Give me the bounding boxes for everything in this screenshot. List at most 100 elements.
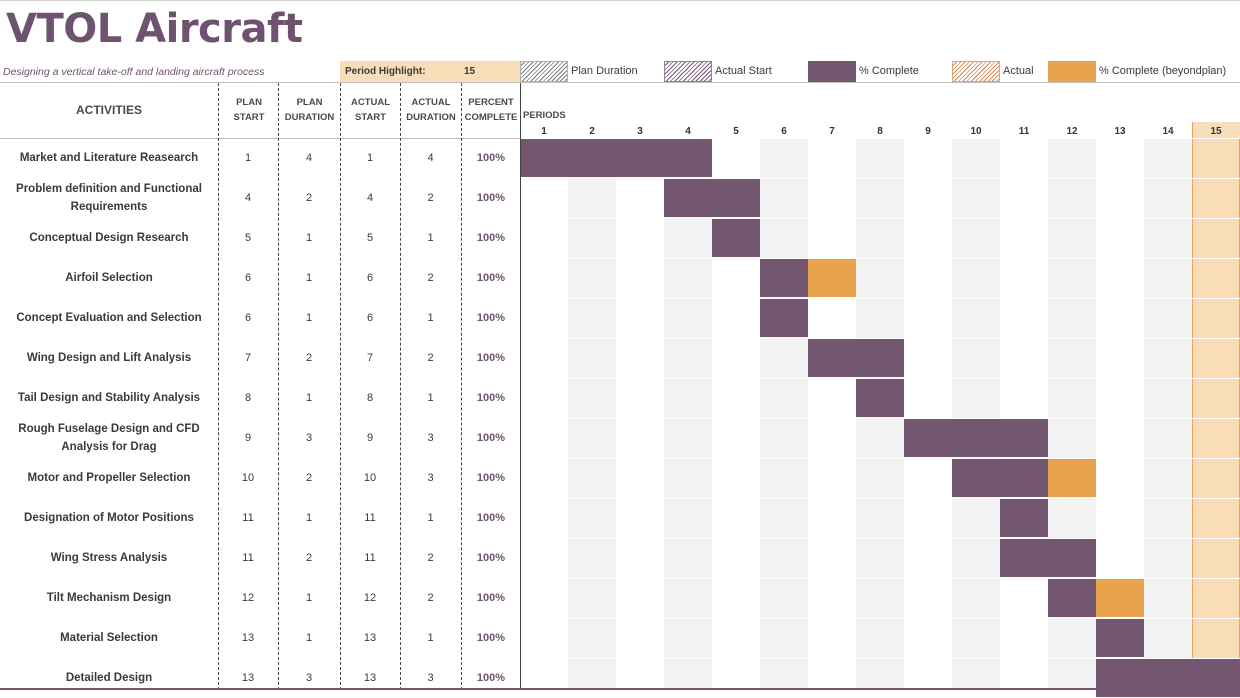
actual-start-cell[interactable]: 11 bbox=[340, 538, 400, 578]
period-highlight-input[interactable]: 15 bbox=[464, 66, 475, 77]
actual-start-cell[interactable]: 8 bbox=[340, 378, 400, 418]
plan-start-cell[interactable]: 7 bbox=[218, 338, 278, 378]
actual-duration-cell[interactable]: 2 bbox=[400, 538, 461, 578]
period-column bbox=[520, 138, 568, 690]
plan-duration-cell[interactable]: 1 bbox=[278, 578, 340, 618]
plan-start-cell[interactable]: 4 bbox=[218, 178, 278, 218]
actual-duration-cell[interactable]: 2 bbox=[400, 578, 461, 618]
activity-name[interactable]: Concept Evaluation and Selection bbox=[0, 298, 218, 338]
actual-start-cell[interactable]: 9 bbox=[340, 418, 400, 458]
actual-duration-cell[interactable]: 1 bbox=[400, 218, 461, 258]
actual-duration-cell[interactable]: 1 bbox=[400, 498, 461, 538]
actual-duration-cell[interactable]: 3 bbox=[400, 458, 461, 498]
plan-start-cell[interactable]: 5 bbox=[218, 218, 278, 258]
top-border bbox=[0, 0, 1240, 1]
plan-start-cell[interactable]: 11 bbox=[218, 538, 278, 578]
plan-duration-cell[interactable]: 1 bbox=[278, 298, 340, 338]
table-row: Motor and Propeller Selection 10 2 10 3 100% bbox=[0, 458, 520, 498]
activity-name[interactable]: Motor and Propeller Selection bbox=[0, 458, 218, 498]
header-plan-duration: PLAN DURATION bbox=[279, 95, 340, 125]
plan-start-cell[interactable]: 6 bbox=[218, 298, 278, 338]
plan-start-cell[interactable]: 6 bbox=[218, 258, 278, 298]
percent-complete-cell[interactable]: 100% bbox=[462, 178, 520, 218]
plan-duration-cell[interactable]: 4 bbox=[278, 138, 340, 178]
actual-duration-cell[interactable]: 2 bbox=[400, 178, 461, 218]
activity-name[interactable]: Material Selection bbox=[0, 618, 218, 658]
percent-complete-cell[interactable]: 100% bbox=[462, 658, 520, 698]
activity-name[interactable]: Wing Stress Analysis bbox=[0, 538, 218, 578]
plan-start-cell[interactable]: 13 bbox=[218, 658, 278, 698]
percent-complete-cell[interactable]: 100% bbox=[462, 458, 520, 498]
header-percent-complete: PERCENT COMPLETE bbox=[462, 95, 520, 125]
actual-duration-cell[interactable]: 3 bbox=[400, 418, 461, 458]
header-actual-duration-line2: DURATION bbox=[406, 112, 456, 123]
plan-duration-cell[interactable]: 1 bbox=[278, 218, 340, 258]
actual-start-cell[interactable]: 13 bbox=[340, 658, 400, 698]
plan-duration-cell[interactable]: 1 bbox=[278, 378, 340, 418]
actual-duration-cell[interactable]: 1 bbox=[400, 298, 461, 338]
actual-start-cell[interactable]: 12 bbox=[340, 578, 400, 618]
plan-start-cell[interactable]: 9 bbox=[218, 418, 278, 458]
percent-complete-cell[interactable]: 100% bbox=[462, 538, 520, 578]
actual-start-cell[interactable]: 7 bbox=[340, 338, 400, 378]
table-row: Conceptual Design Research 5 1 5 1 100% bbox=[0, 218, 520, 258]
percent-complete-cell[interactable]: 100% bbox=[462, 258, 520, 298]
plan-duration-cell[interactable]: 2 bbox=[278, 538, 340, 578]
activity-name[interactable]: Detailed Design bbox=[0, 658, 218, 698]
percent-complete-cell[interactable]: 100% bbox=[462, 338, 520, 378]
activity-name[interactable]: Problem definition and Functional Requir… bbox=[0, 178, 218, 218]
percent-complete-cell[interactable]: 100% bbox=[462, 418, 520, 458]
plan-start-cell[interactable]: 12 bbox=[218, 578, 278, 618]
activity-name[interactable]: Market and Literature Reasearch bbox=[0, 138, 218, 178]
table-row: Rough Fuselage Design and CFD Analysis f… bbox=[0, 418, 520, 458]
plan-duration-cell[interactable]: 3 bbox=[278, 658, 340, 698]
percent-complete-cell[interactable]: 100% bbox=[462, 578, 520, 618]
period-column bbox=[1144, 138, 1192, 690]
actual-duration-cell[interactable]: 1 bbox=[400, 618, 461, 658]
actual-duration-cell[interactable]: 3 bbox=[400, 658, 461, 698]
plan-duration-cell[interactable]: 1 bbox=[278, 258, 340, 298]
activity-name[interactable]: Wing Design and Lift Analysis bbox=[0, 338, 218, 378]
activity-name[interactable]: Tilt Mechanism Design bbox=[0, 578, 218, 618]
activity-name[interactable]: Designation of Motor Positions bbox=[0, 498, 218, 538]
gantt-bar-beyond-plan bbox=[808, 259, 856, 297]
actual-start-cell[interactable]: 4 bbox=[340, 178, 400, 218]
percent-complete-cell[interactable]: 100% bbox=[462, 618, 520, 658]
legend-swatch-plan-duration bbox=[520, 61, 568, 82]
percent-complete-cell[interactable]: 100% bbox=[462, 218, 520, 258]
actual-start-cell[interactable]: 6 bbox=[340, 258, 400, 298]
actual-start-cell[interactable]: 13 bbox=[340, 618, 400, 658]
plan-duration-cell[interactable]: 3 bbox=[278, 418, 340, 458]
percent-complete-cell[interactable]: 100% bbox=[462, 378, 520, 418]
plan-duration-cell[interactable]: 2 bbox=[278, 458, 340, 498]
actual-duration-cell[interactable]: 1 bbox=[400, 378, 461, 418]
activity-name[interactable]: Airfoil Selection bbox=[0, 258, 218, 298]
percent-complete-cell[interactable]: 100% bbox=[462, 138, 520, 178]
percent-complete-cell[interactable]: 100% bbox=[462, 498, 520, 538]
percent-complete-cell[interactable]: 100% bbox=[462, 298, 520, 338]
actual-start-cell[interactable]: 1 bbox=[340, 138, 400, 178]
actual-start-cell[interactable]: 5 bbox=[340, 218, 400, 258]
plan-duration-cell[interactable]: 2 bbox=[278, 338, 340, 378]
plan-duration-cell[interactable]: 1 bbox=[278, 498, 340, 538]
activity-name[interactable]: Tail Design and Stability Analysis bbox=[0, 378, 218, 418]
plan-start-cell[interactable]: 11 bbox=[218, 498, 278, 538]
plan-start-cell[interactable]: 13 bbox=[218, 618, 278, 658]
actual-duration-cell[interactable]: 2 bbox=[400, 258, 461, 298]
plan-duration-cell[interactable]: 1 bbox=[278, 618, 340, 658]
period-column bbox=[808, 138, 856, 690]
actual-start-cell[interactable]: 10 bbox=[340, 458, 400, 498]
plan-duration-cell[interactable]: 2 bbox=[278, 178, 340, 218]
plan-start-cell[interactable]: 1 bbox=[218, 138, 278, 178]
plan-start-cell[interactable]: 8 bbox=[218, 378, 278, 418]
header-actual-start-line1: ACTUAL bbox=[350, 97, 391, 108]
plan-start-cell[interactable]: 10 bbox=[218, 458, 278, 498]
actual-duration-cell[interactable]: 2 bbox=[400, 338, 461, 378]
actual-start-cell[interactable]: 6 bbox=[340, 298, 400, 338]
activity-name[interactable]: Rough Fuselage Design and CFD Analysis f… bbox=[0, 418, 218, 458]
actual-start-cell[interactable]: 11 bbox=[340, 498, 400, 538]
table-row: Tilt Mechanism Design 12 1 12 2 100% bbox=[0, 578, 520, 618]
activity-name[interactable]: Conceptual Design Research bbox=[0, 218, 218, 258]
actual-duration-cell[interactable]: 4 bbox=[400, 138, 461, 178]
page-subtitle: Designing a vertical take-off and landin… bbox=[3, 66, 265, 78]
